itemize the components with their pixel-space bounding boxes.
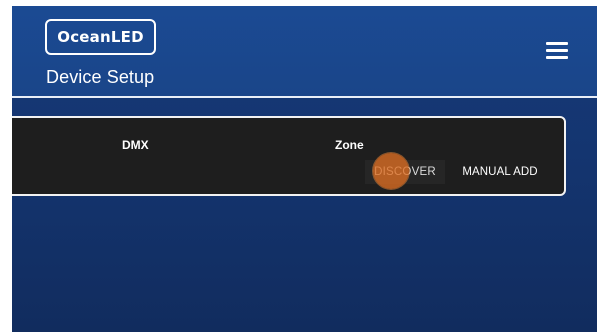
column-header-zone: Zone <box>335 138 364 152</box>
manual-add-button[interactable]: MANUAL ADD <box>455 160 545 184</box>
column-header-dmx: DMX <box>122 138 149 152</box>
menu-bar <box>546 42 568 45</box>
page-title: Device Setup <box>46 67 155 87</box>
header: OceanLED Device Setup <box>12 6 597 96</box>
viewport: OceanLED Device Setup DMX Zone DISCOVER … <box>0 0 603 333</box>
discover-button[interactable]: DISCOVER <box>365 160 445 184</box>
hamburger-menu-icon[interactable] <box>546 40 572 62</box>
header-divider <box>12 96 597 98</box>
menu-bar <box>546 49 568 52</box>
menu-bar <box>546 56 568 59</box>
oceanled-logo: OceanLED <box>45 19 156 55</box>
app-screen: OceanLED Device Setup DMX Zone DISCOVER … <box>12 6 597 332</box>
device-card: DMX Zone DISCOVER MANUAL ADD <box>12 116 566 196</box>
